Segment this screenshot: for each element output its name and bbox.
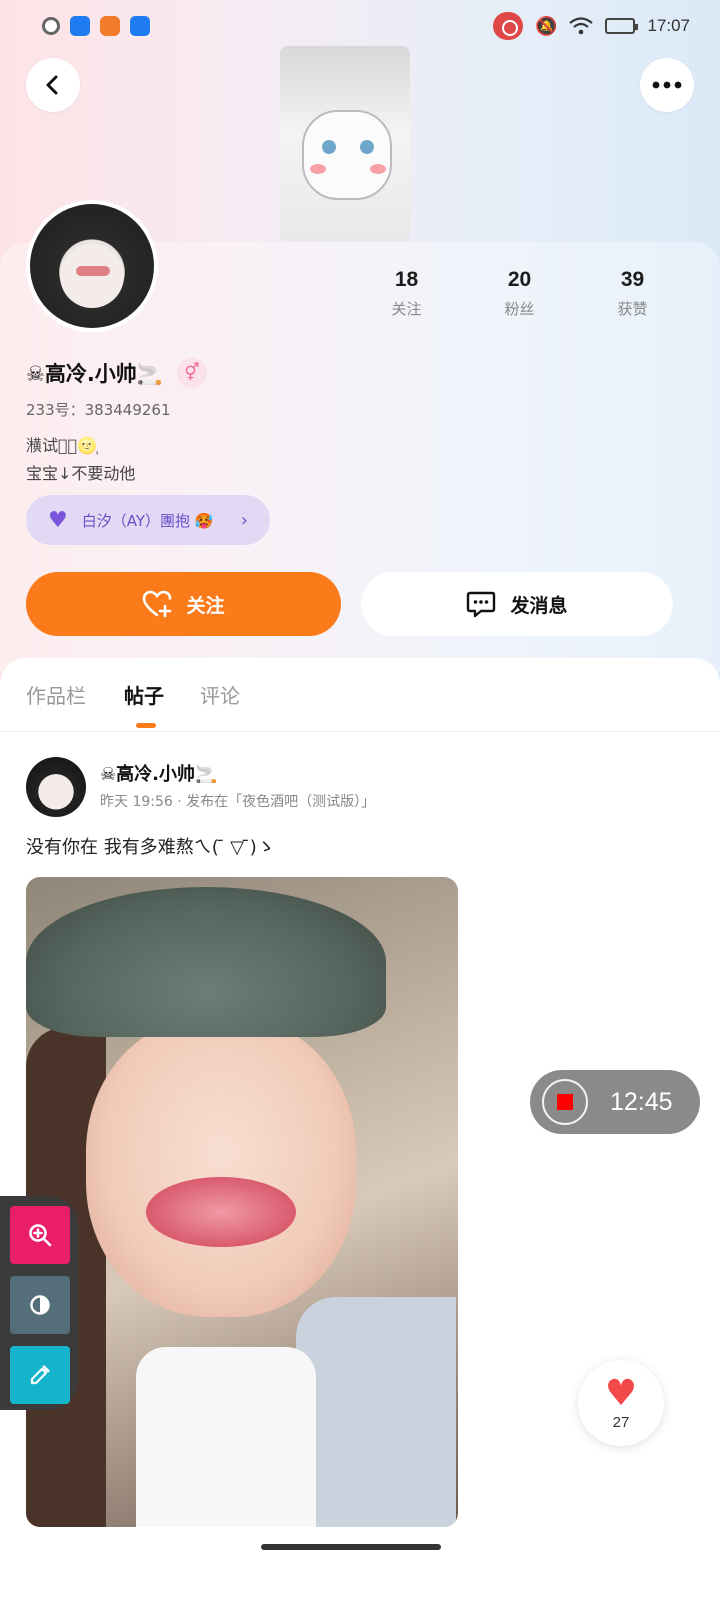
contrast-button[interactable] [10, 1276, 70, 1334]
send-message-button[interactable]: 发消息 [361, 572, 673, 636]
like-button[interactable]: ♥ 27 [578, 1360, 664, 1446]
recording-indicator-icon [493, 12, 524, 40]
message-label: 发消息 [510, 594, 568, 617]
more-dots-icon [652, 81, 682, 89]
eyedropper-icon [30, 1365, 50, 1385]
shield-app-icon-2 [130, 16, 150, 36]
battery-icon [605, 18, 639, 34]
bio-line-1: 㶇试穿᷂🌝᷂ [26, 436, 98, 455]
heart-plus-icon [143, 590, 172, 618]
mute-bell-icon: 🔕 [535, 15, 558, 37]
status-left-icons [42, 16, 150, 36]
stop-recording-button[interactable] [542, 1079, 588, 1125]
app-notification-icon [100, 16, 120, 36]
follow-button[interactable]: 关注 [26, 572, 341, 636]
chat-bubble-icon [467, 591, 496, 618]
home-indicator[interactable] [261, 1544, 441, 1550]
username-text: ☠高冷.小帅🚬 [26, 362, 163, 386]
stat-followers[interactable]: 20 粉丝 [463, 268, 576, 319]
gender-icon: ⚥ [176, 358, 207, 388]
status-right-icons: 🔕 17:07 [493, 12, 690, 40]
contrast-icon [30, 1295, 50, 1315]
post-text: 没有你在 我有多难熬ㄟ( ̄ ▽ ̄)ゝ [26, 837, 275, 858]
banner-character [302, 110, 392, 200]
chevron-left-icon [46, 75, 58, 95]
chevron-right-icon: › [240, 509, 248, 531]
status-bar: 🔕 17:07 [0, 0, 720, 52]
follow-label: 关注 [186, 594, 225, 617]
screen-record-icon [42, 17, 60, 35]
stat-likes[interactable]: 39 获赞 [576, 268, 689, 319]
profile-banner-image [280, 46, 410, 242]
more-options-button[interactable] [640, 58, 694, 112]
bio-line-2: 宝宝↓不要动他 [26, 464, 136, 483]
profile-avatar[interactable] [26, 200, 158, 332]
color-picker-button[interactable] [10, 1346, 70, 1404]
status-time: 17:07 [647, 16, 690, 35]
post-image[interactable] [26, 877, 458, 1527]
profile-username: ☠高冷.小帅🚬 ⚥ [26, 358, 207, 388]
post-author-name[interactable]: ☠高冷.小帅🚬 [100, 760, 217, 786]
recording-time: 12:45 [610, 1087, 673, 1116]
stop-icon [557, 1094, 573, 1110]
tab-comments[interactable]: 评论 [200, 680, 240, 709]
user-id: 233号：383449261 [26, 401, 171, 419]
screen-recording-widget[interactable]: 12:45 [530, 1070, 700, 1134]
post-author-avatar[interactable] [26, 757, 86, 817]
tab-works[interactable]: 作品栏 [26, 680, 86, 709]
group-chip[interactable]: ♥ 白汐（AY）團抱 🥵 › [26, 495, 270, 545]
heart-icon: ♥ [604, 1372, 638, 1414]
wifi-icon [569, 17, 594, 35]
tab-posts[interactable]: 帖子 [124, 680, 164, 709]
zoom-in-icon [29, 1224, 52, 1247]
back-button[interactable] [26, 58, 80, 112]
profile-stats: 18 关注 20 粉丝 39 获赞 [350, 268, 690, 319]
post-meta[interactable]: 昨天 19:56 · 发布在「夜色酒吧（测试版）」 [100, 791, 375, 811]
active-tab-indicator [136, 723, 156, 728]
stat-following[interactable]: 18 关注 [350, 268, 463, 319]
zoom-in-button[interactable] [10, 1206, 70, 1264]
content-tabs [0, 658, 720, 732]
group-chip-label: 白汐（AY）團抱 🥵 [81, 511, 214, 530]
heart-icon: ♥ [48, 507, 68, 533]
like-count: 27 [612, 1413, 630, 1431]
shield-app-icon [70, 16, 90, 36]
